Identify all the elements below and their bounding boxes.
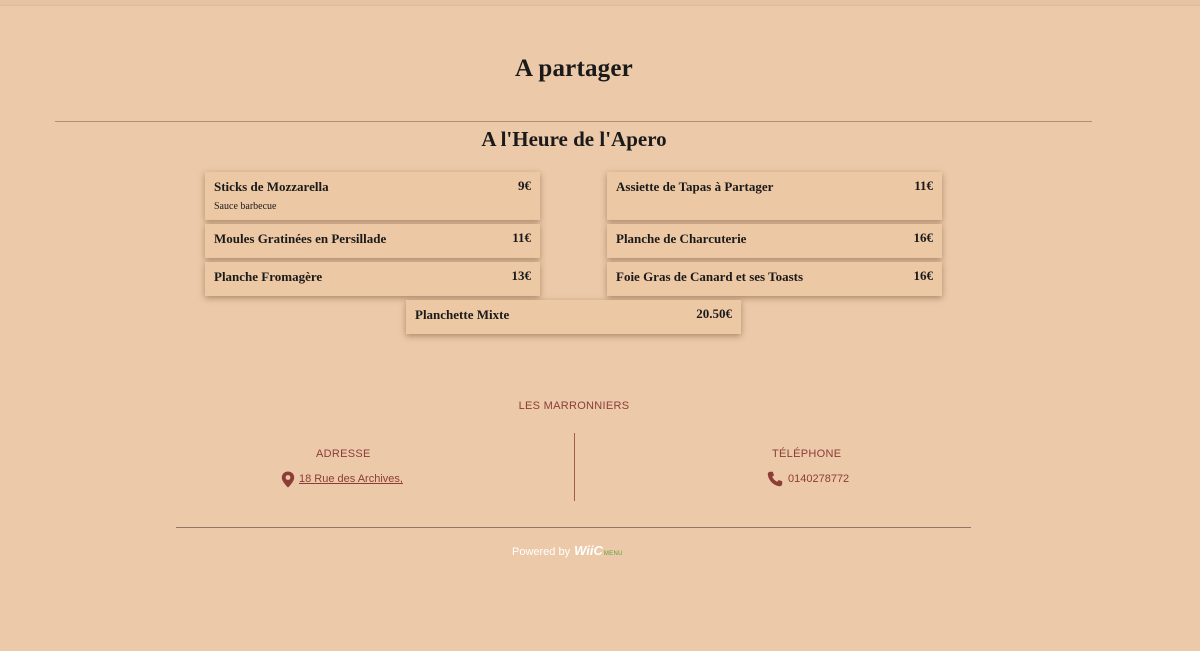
address-row[interactable]: 18 Rue des Archives, bbox=[281, 470, 403, 488]
phone-label: TÉLÉPHONE bbox=[772, 448, 842, 460]
menu-item-name: Planche Fromagère bbox=[214, 269, 323, 284]
menu-item-price: 11€ bbox=[512, 230, 531, 245]
menu-item-name: Assiette de Tapas à Partager bbox=[616, 179, 774, 194]
menu-item-price: 11€ bbox=[914, 178, 933, 193]
footer-divider bbox=[176, 527, 971, 528]
phone-row[interactable]: 0140278772 bbox=[767, 470, 849, 488]
menu-item-card[interactable]: Planchette Mixte 20.50€ bbox=[406, 300, 741, 334]
restaurant-name: LES MARRONNIERS bbox=[518, 400, 630, 412]
menu-item-price: 9€ bbox=[518, 178, 531, 193]
menu-item-name: Sticks de Mozzarella bbox=[214, 179, 329, 194]
footer-column-divider bbox=[574, 433, 575, 501]
menu-item-name: Planche de Charcuterie bbox=[616, 231, 747, 246]
phone-icon bbox=[767, 471, 783, 487]
menu-item-card[interactable]: Sticks de Mozzarella 9€ Sauce barbecue bbox=[205, 172, 540, 220]
section-title: A partager bbox=[515, 55, 633, 82]
menu-item-card[interactable]: Assiette de Tapas à Partager 11€ bbox=[607, 172, 942, 220]
title-divider bbox=[55, 121, 1092, 122]
menu-item-name: Moules Gratinées en Persillade bbox=[214, 231, 387, 246]
menu-item-description: Sauce barbecue bbox=[214, 201, 277, 212]
menu-item-price: 16€ bbox=[913, 230, 934, 245]
menu-item-card[interactable]: Moules Gratinées en Persillade 11€ bbox=[205, 224, 540, 258]
menu-item-card[interactable]: Planche Fromagère 13€ bbox=[205, 262, 540, 296]
menu-item-price: 20.50€ bbox=[696, 306, 732, 321]
map-pin-icon bbox=[281, 471, 295, 488]
top-strip bbox=[0, 0, 1200, 6]
address-link[interactable]: 18 Rue des Archives, bbox=[299, 473, 403, 485]
powered-by[interactable]: Powered by WiiC MENU bbox=[512, 543, 623, 558]
menu-item-name: Planchette Mixte bbox=[415, 307, 510, 322]
menu-item-price: 13€ bbox=[511, 268, 532, 283]
menu-item-name: Foie Gras de Canard et ses Toasts bbox=[616, 269, 804, 284]
address-label: ADRESSE bbox=[316, 448, 371, 460]
phone-number[interactable]: 0140278772 bbox=[788, 473, 849, 485]
menu-item-price: 16€ bbox=[913, 268, 934, 283]
menu-item-card[interactable]: Foie Gras de Canard et ses Toasts 16€ bbox=[607, 262, 942, 296]
wiic-logo[interactable]: WiiC MENU bbox=[574, 543, 623, 558]
menu-item-card[interactable]: Planche de Charcuterie 16€ bbox=[607, 224, 942, 258]
logo-sub-text: MENU bbox=[603, 551, 623, 557]
category-title: A l'Heure de l'Apero bbox=[481, 127, 667, 151]
powered-by-text: Powered by bbox=[512, 546, 571, 558]
logo-main-text: WiiC bbox=[574, 543, 603, 558]
